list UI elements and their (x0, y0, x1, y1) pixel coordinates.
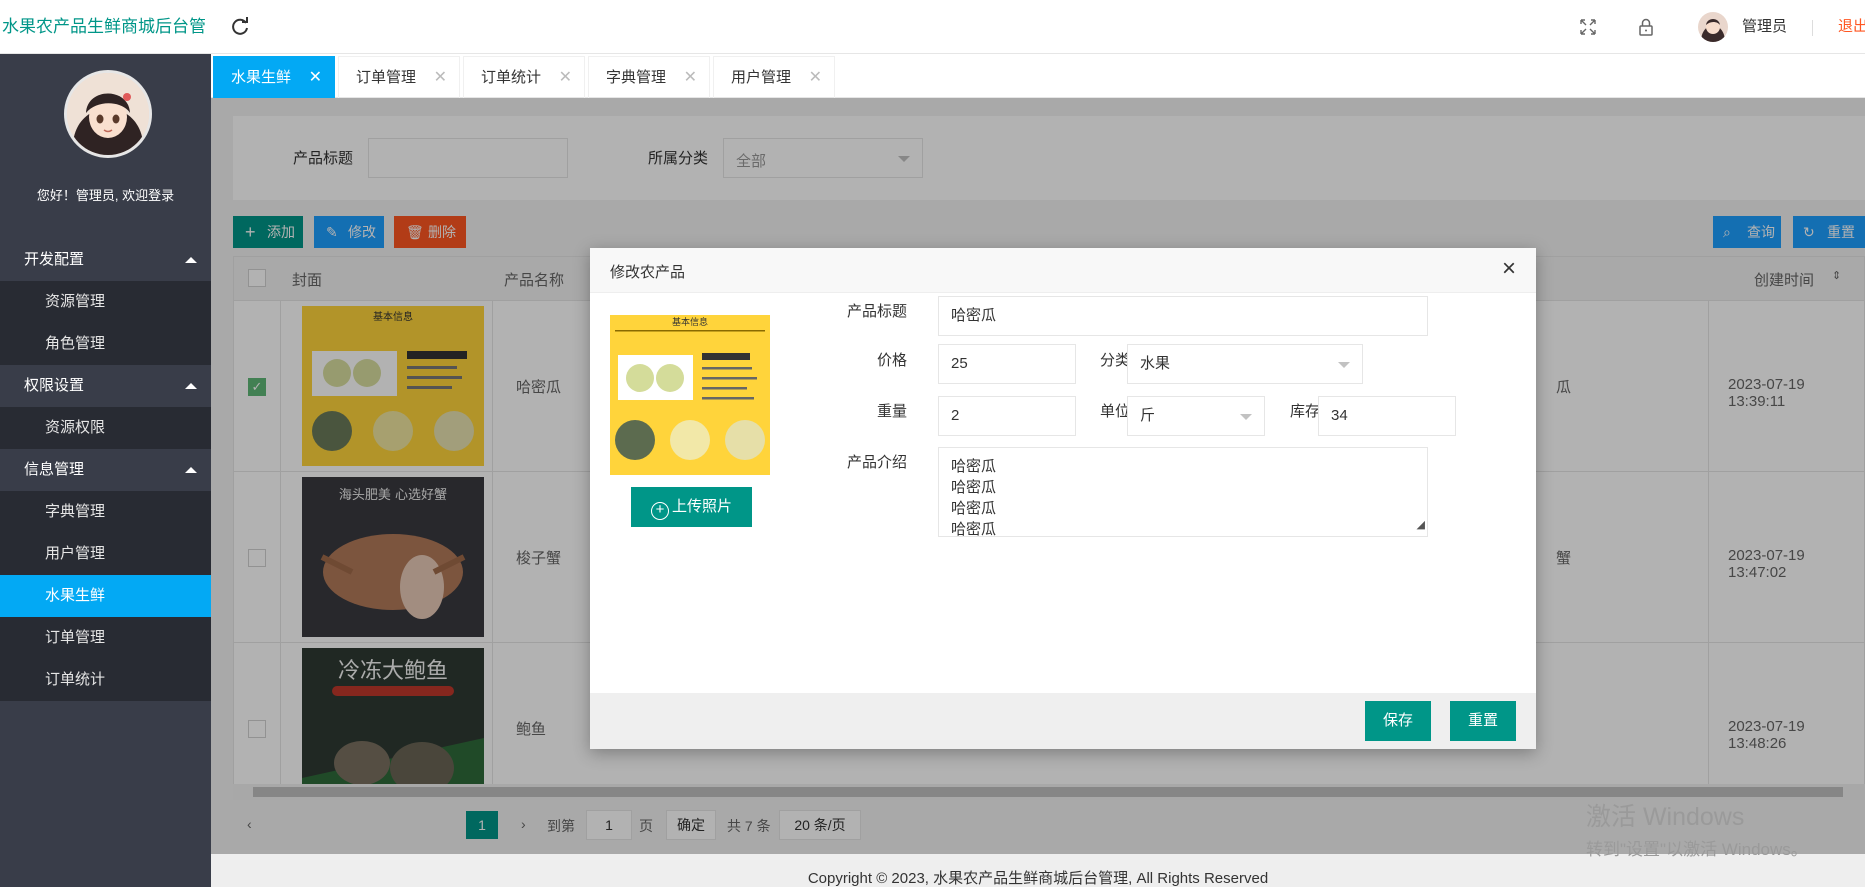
upload-photo-button[interactable]: + 上传照片 (631, 487, 752, 527)
preview-heading: 基本信息 (672, 316, 708, 328)
price-input[interactable]: 25 (938, 344, 1076, 384)
menu-group-label: 开发配置 (24, 251, 85, 268)
close-icon[interactable]: × (1496, 257, 1522, 283)
exit-link[interactable]: 退出 (1838, 0, 1865, 54)
field-intro-label: 产品介绍 (846, 454, 907, 471)
unit-select-value: 斤 (1140, 407, 1156, 424)
windows-activation-watermark: 激活 Windows 转到"设置"以激活 Windows。 (1586, 797, 1808, 860)
save-button[interactable]: 保存 (1365, 701, 1432, 741)
close-icon[interactable]: ✕ (559, 57, 572, 99)
chevron-down-icon (1338, 362, 1350, 368)
tab-label: 订单管理 (356, 69, 417, 86)
watermark-line2: 转到"设置"以激活 Windows。 (1586, 840, 1808, 859)
close-icon[interactable]: ✕ (309, 57, 322, 99)
edit-product-dialog: 修改农产品 × 基本信息 + 上传照片 产品标题 哈密瓜 价格 25 分类 水果 … (590, 248, 1536, 749)
copyright-text: Copyright © 2023, 水果农产品生鲜商城后台管理, All Rig… (807, 870, 1269, 887)
menu-group-dev-config[interactable]: 开发配置 (0, 239, 211, 281)
category-select-value: 水果 (1140, 355, 1171, 372)
header-avatar[interactable] (1698, 12, 1728, 42)
sidebar: 您好！管理员, 欢迎登录 开发配置 资源管理 角色管理 权限设置 资源权限 信息… (0, 54, 211, 887)
tab-bar: 水果生鲜 ✕ 订单管理 ✕ 订单统计 ✕ 字典管理 ✕ 用户管理 ✕ (211, 54, 1865, 98)
intro-line: 哈密瓜 (951, 521, 997, 538)
close-icon[interactable]: ✕ (809, 57, 822, 99)
dialog-footer: 保存 重置 (590, 693, 1536, 749)
close-icon[interactable]: ✕ (684, 57, 697, 99)
sidebar-item-order-manage[interactable]: 订单管理 (0, 617, 211, 659)
header-user-name[interactable]: 管理员 (1742, 0, 1787, 54)
chevron-down-icon (1240, 414, 1252, 420)
product-title-input[interactable]: 哈密瓜 (938, 296, 1428, 336)
tab-order-manage[interactable]: 订单管理 ✕ (338, 56, 460, 98)
sidebar-item-order-stats[interactable]: 订单统计 (0, 659, 211, 701)
tab-dict-manage[interactable]: 字典管理 ✕ (588, 56, 710, 98)
sidebar-item-user-manage[interactable]: 用户管理 (0, 533, 211, 575)
intro-line: 哈密瓜 (951, 479, 997, 496)
tab-fresh-fruit[interactable]: 水果生鲜 ✕ (213, 56, 335, 98)
category-select[interactable]: 水果 (1127, 344, 1363, 384)
caret-up-icon (185, 257, 197, 263)
menu-group-info-manage[interactable]: 信息管理 (0, 449, 211, 491)
refresh-icon[interactable] (228, 15, 252, 39)
sidebar-item-role-manage[interactable]: 角色管理 (0, 323, 211, 365)
tab-user-manage[interactable]: 用户管理 ✕ (713, 56, 835, 98)
product-intro-textarea[interactable]: 哈密瓜 哈密瓜 哈密瓜 哈密瓜 ◢ (938, 447, 1428, 538)
tab-label: 字典管理 (606, 69, 667, 86)
watermark-line1: 激活 Windows (1586, 803, 1745, 831)
welcome-text: 您好！管理员, 欢迎登录 (36, 188, 175, 203)
tab-label: 用户管理 (731, 69, 792, 86)
stock-input[interactable]: 34 (1318, 396, 1456, 436)
fullscreen-icon[interactable] (1578, 17, 1598, 37)
caret-up-icon (185, 383, 197, 389)
sidebar-item-resource-permission[interactable]: 资源权限 (0, 407, 211, 449)
dialog-title: 修改农产品 (610, 264, 686, 281)
lock-icon[interactable] (1636, 17, 1656, 37)
intro-line: 哈密瓜 (951, 458, 997, 475)
upload-button-label: 上传照片 (671, 498, 732, 515)
menu-group-label: 信息管理 (24, 461, 85, 478)
sidebar-item-fresh-fruit[interactable]: 水果生鲜 (0, 575, 211, 617)
top-header: 水果农产品生鲜商城后台管 管理员 退出 (0, 0, 1865, 54)
app-title: 水果农产品生鲜商城后台管 (2, 17, 206, 36)
tab-label: 订单统计 (481, 69, 542, 86)
tab-order-stats[interactable]: 订单统计 ✕ (463, 56, 585, 98)
header-divider (1812, 20, 1813, 36)
caret-up-icon (185, 467, 197, 473)
tab-label: 水果生鲜 (231, 69, 292, 86)
weight-input[interactable]: 2 (938, 396, 1076, 436)
reset-button[interactable]: 重置 (1450, 701, 1517, 741)
resize-handle-icon[interactable]: ◢ (1417, 515, 1425, 536)
sidebar-item-resource-manage[interactable]: 资源管理 (0, 281, 211, 323)
product-photo-preview: 基本信息 (610, 315, 770, 475)
menu-group-permission[interactable]: 权限设置 (0, 365, 211, 407)
sidebar-avatar (64, 70, 152, 158)
dialog-header: 修改农产品 × (590, 248, 1536, 293)
intro-line: 哈密瓜 (951, 500, 997, 517)
plus-circle-icon: + (650, 502, 669, 520)
sidebar-item-dict-manage[interactable]: 字典管理 (0, 491, 211, 533)
close-icon[interactable]: ✕ (434, 57, 447, 99)
sidebar-menu: 开发配置 资源管理 角色管理 权限设置 资源权限 信息管理 字典管理 用户管理 … (0, 239, 211, 701)
menu-group-label: 权限设置 (24, 377, 85, 394)
unit-select[interactable]: 斤 (1127, 396, 1265, 436)
